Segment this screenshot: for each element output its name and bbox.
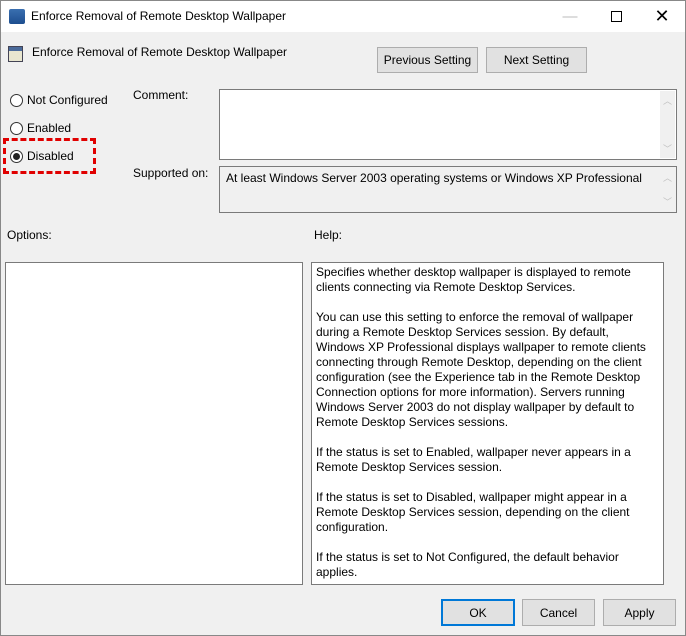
maximize-button[interactable]	[593, 1, 639, 32]
help-panel: Specifies whether desktop wallpaper is d…	[311, 262, 664, 585]
ok-button[interactable]: OK	[441, 599, 515, 626]
help-paragraph: If the status is set to Not Configured, …	[316, 550, 619, 579]
options-label: Options:	[7, 228, 52, 242]
comment-scrollbar[interactable]: ︿ ﹀	[660, 91, 675, 158]
cancel-button[interactable]: Cancel	[522, 599, 595, 626]
options-panel	[5, 262, 303, 585]
help-paragraph: If the status is set to Enabled, wallpap…	[316, 445, 631, 474]
close-button[interactable]: ✕	[639, 1, 685, 32]
app-icon	[9, 9, 25, 24]
help-label: Help:	[314, 228, 343, 242]
supported-on-field: At least Windows Server 2003 operating s…	[219, 166, 677, 213]
supported-on-label: Supported on:	[133, 166, 209, 180]
apply-button[interactable]: Apply	[603, 599, 676, 626]
supported-scrollbar[interactable]: ︿ ﹀	[660, 168, 675, 211]
highlight-box	[3, 138, 96, 174]
title-bar: Enforce Removal of Remote Desktop Wallpa…	[1, 1, 685, 32]
comment-label: Comment:	[133, 88, 189, 102]
comment-input[interactable]: ︿ ﹀	[219, 89, 677, 160]
minimize-button[interactable]: —	[547, 1, 593, 32]
policy-name: Enforce Removal of Remote Desktop Wallpa…	[32, 45, 287, 59]
previous-setting-button[interactable]: Previous Setting	[377, 47, 478, 73]
policy-icon	[8, 46, 23, 62]
radio-not-configured[interactable]: Not Configured	[10, 93, 108, 107]
radio-enabled[interactable]: Enabled	[10, 121, 71, 135]
next-setting-button[interactable]: Next Setting	[486, 47, 587, 73]
help-paragraph: If the status is set to Disabled, wallpa…	[316, 490, 630, 534]
help-paragraph: Specifies whether desktop wallpaper is d…	[316, 265, 631, 294]
help-paragraph: You can use this setting to enforce the …	[316, 310, 646, 429]
window-title: Enforce Removal of Remote Desktop Wallpa…	[31, 9, 286, 23]
